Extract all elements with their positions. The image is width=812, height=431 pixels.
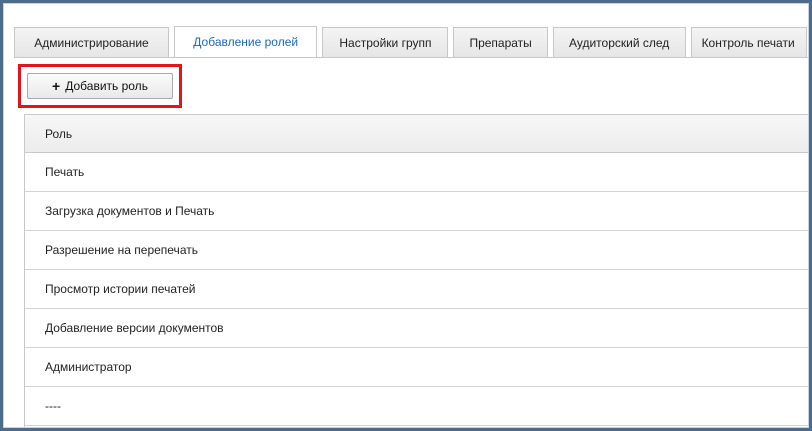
tab-label: Контроль печати [701, 35, 795, 50]
table-row[interactable]: Просмотр истории печатей [25, 270, 812, 309]
tab-label: Препараты [469, 35, 532, 50]
tab-bar: Администрирование Добавление ролей Настр… [14, 25, 812, 58]
roles-grid: Роль Печать Загрузка документов и Печать… [24, 114, 812, 429]
add-role-button[interactable]: + Добавить роль [27, 73, 173, 99]
row-role-name: Добавление версии документов [45, 321, 224, 335]
row-role-name: Просмотр истории печатей [45, 282, 196, 296]
table-row[interactable]: Печать [25, 153, 812, 192]
tab-audit-trail[interactable]: Аудиторский след [552, 27, 686, 57]
row-role-name: Разрешение на перепечать [45, 243, 198, 257]
tab-administration[interactable]: Администрирование [14, 27, 169, 57]
tab-label: Аудиторский след [569, 35, 670, 50]
table-row[interactable]: ---- [25, 387, 812, 426]
add-role-label: Добавить роль [65, 79, 148, 93]
add-role-highlight: + Добавить роль [18, 64, 182, 108]
row-role-name: Печать [45, 165, 85, 179]
table-row[interactable]: Разрешение на перепечать [25, 231, 812, 270]
row-role-name: ---- [45, 399, 61, 413]
table-row[interactable]: Добавление версии документов [25, 309, 812, 348]
tab-drugs[interactable]: Препараты [453, 27, 548, 57]
tab-group-settings[interactable]: Настройки групп [322, 27, 449, 57]
column-header-role[interactable]: Роль [25, 115, 812, 153]
table-row[interactable]: Администратор [25, 348, 812, 387]
tab-label: Настройки групп [339, 35, 432, 50]
tab-print-control[interactable]: Контроль печати [690, 27, 807, 57]
tab-label: Добавление ролей [193, 35, 299, 49]
tab-add-roles[interactable]: Добавление ролей [173, 26, 318, 57]
plus-icon: + [52, 78, 61, 94]
row-role-name: Загрузка документов и Печать [45, 204, 215, 218]
tab-label: Администрирование [34, 35, 149, 50]
row-role-name: Администратор [45, 360, 132, 374]
table-row[interactable]: Загрузка документов и Печать [25, 192, 812, 231]
column-header-label: Роль [45, 126, 73, 141]
